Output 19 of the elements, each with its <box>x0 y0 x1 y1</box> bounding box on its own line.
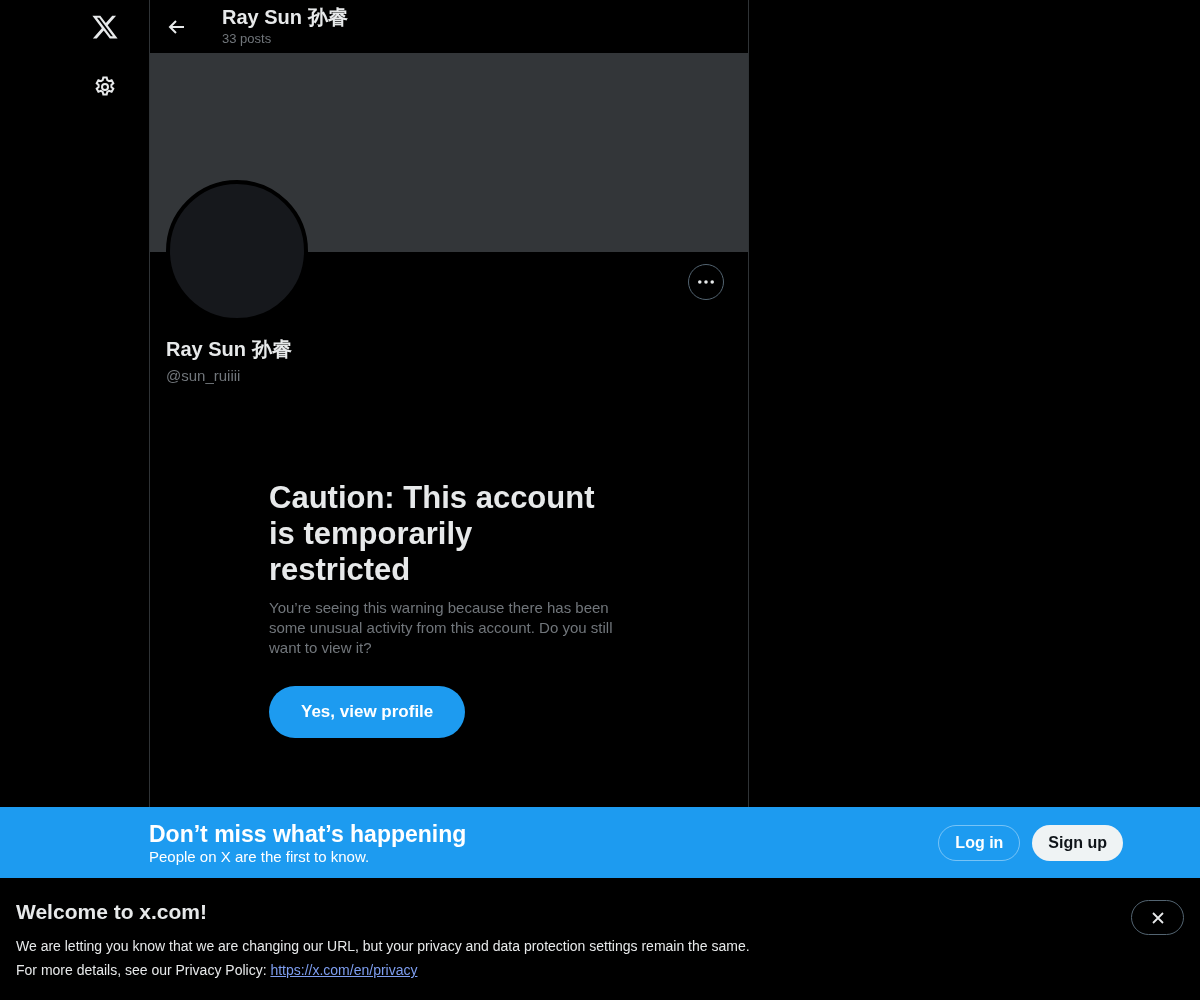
x-logo-icon[interactable] <box>91 13 119 41</box>
notice-text: For more details, see our Privacy Policy: <box>16 962 267 978</box>
sign-up-button[interactable]: Sign up <box>1032 824 1123 861</box>
notice-title: Welcome to x.com! <box>16 900 207 924</box>
warning-text: You’re seeing this warning because there has been some unusual activity from this account. Do you still want to view it? <box>269 598 614 658</box>
warning-title: Caution: This account is temporarily restricted <box>269 480 596 588</box>
more-button[interactable] <box>688 264 724 300</box>
profile-handle: @sun_ruiiii <box>166 367 242 384</box>
settings-icon[interactable] <box>93 75 117 99</box>
profile-name: Ray Sun 孙睿 <box>166 337 293 362</box>
privacy-link[interactable]: https://x.com/en/privacy <box>270 962 418 978</box>
post-count: 33 posts <box>222 31 273 46</box>
signup-title: Don’t miss what’s happening <box>149 820 467 848</box>
close-button[interactable] <box>1131 900 1184 935</box>
more-icon <box>698 280 714 284</box>
close-icon <box>1151 911 1164 924</box>
signup-subtitle: People on X are the first to know. <box>149 847 371 865</box>
profile-title: Ray Sun 孙睿 <box>222 5 348 29</box>
notice-text: We are letting you know that we are changing our URL, but your privacy and data protection settings remain the same. <box>16 938 751 954</box>
